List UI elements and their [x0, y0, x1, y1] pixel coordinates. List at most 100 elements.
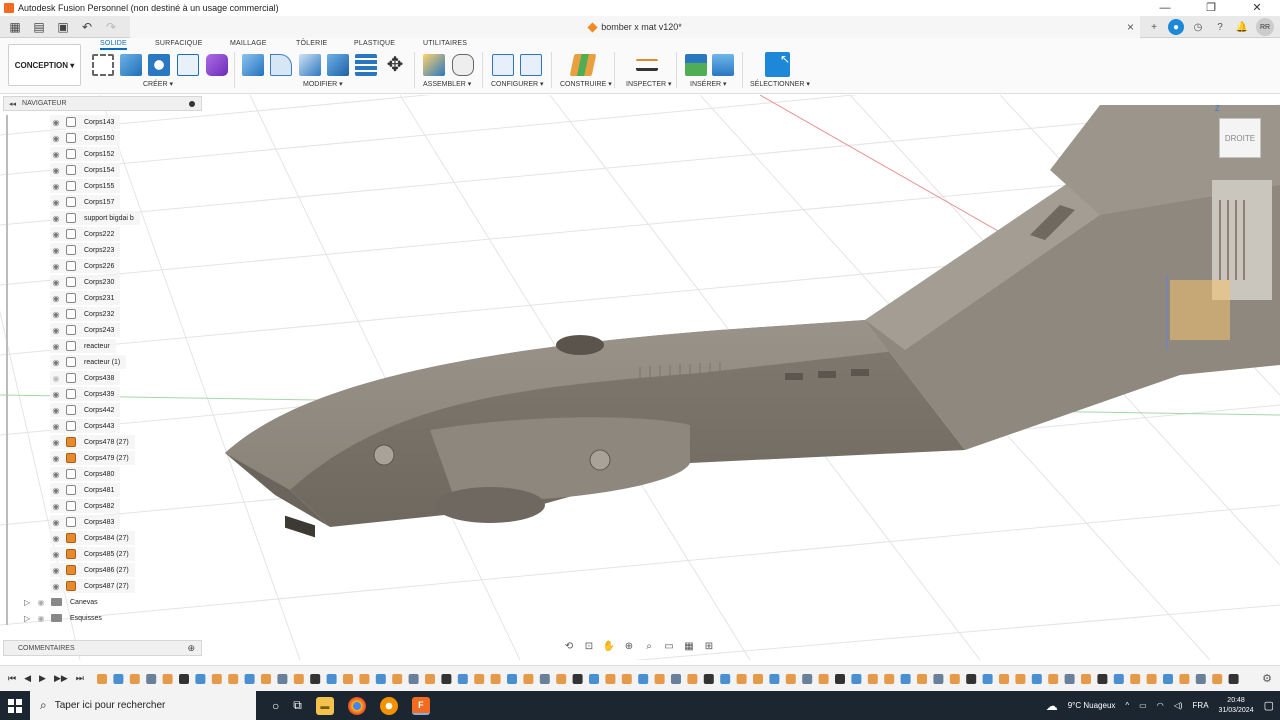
extrude-icon[interactable]: [120, 54, 142, 76]
timeline-feature-icon[interactable]: [1212, 674, 1223, 684]
timeline-feature-icon[interactable]: [129, 674, 140, 684]
timeline-feature-icon[interactable]: [162, 674, 173, 684]
insert-image-icon[interactable]: [712, 54, 734, 76]
timeline-feature-icon[interactable]: [425, 674, 435, 684]
timeline-feature-icon[interactable]: [818, 674, 829, 684]
navigator-body-row[interactable]: ◉ reacteur: [50, 339, 116, 353]
dome-turret[interactable]: [556, 335, 604, 355]
hole-icon[interactable]: [148, 54, 170, 76]
orbit-icon[interactable]: ⟲: [560, 641, 578, 655]
timeline-feature-icon[interactable]: [277, 674, 288, 684]
step-forward-icon[interactable]: ▶▶: [54, 673, 68, 684]
navigator-body-row[interactable]: ◉ Corps154: [50, 163, 121, 177]
step-back-icon[interactable]: ◀: [24, 673, 31, 684]
maximize-button[interactable]: ❐: [1188, 0, 1234, 16]
inspect-menu[interactable]: INSPECTER ▾: [626, 80, 672, 88]
tray-chevron-icon[interactable]: ^: [1125, 701, 1129, 710]
task-view-icon[interactable]: ⧉: [293, 698, 302, 713]
save-icon[interactable]: ▣: [56, 20, 70, 34]
navigator-body-row[interactable]: ◉ Corps481: [50, 483, 121, 497]
insert-menu[interactable]: INSÉRER ▾: [690, 80, 727, 88]
close-window-button[interactable]: ✕: [1234, 0, 1280, 16]
timeline-feature-icon[interactable]: [392, 674, 403, 684]
help-icon[interactable]: ?: [1212, 19, 1228, 35]
navigator-body-row[interactable]: ◉ Corps484 (27): [50, 531, 135, 545]
timeline-settings-icon[interactable]: ⚙: [1262, 672, 1272, 685]
navigator-body-row[interactable]: ◉ Corps478 (27): [50, 435, 135, 449]
timeline-feature-icon[interactable]: [589, 674, 599, 684]
insert-derive-icon[interactable]: [685, 54, 707, 76]
timeline-feature-icon[interactable]: [1113, 674, 1124, 684]
document-tab[interactable]: bomber x mat v120* ×: [130, 16, 1140, 38]
display-settings-icon[interactable]: ▭: [660, 641, 678, 655]
navigator-body-row[interactable]: ◉ Corps479 (27): [50, 451, 135, 465]
timeline-feature-icon[interactable]: [179, 674, 189, 684]
timeline-feature-icon[interactable]: [687, 674, 698, 684]
timeline-feature-icon[interactable]: [802, 674, 813, 684]
timeline-feature-icon[interactable]: [146, 674, 157, 684]
timeline-feature-icon[interactable]: [293, 674, 304, 684]
modify-menu[interactable]: MODIFIER ▾: [303, 80, 343, 88]
tab-solide[interactable]: SOLIDE: [100, 40, 127, 50]
timeline-feature-icon[interactable]: [1097, 674, 1108, 684]
timeline-feature-icon[interactable]: [261, 674, 271, 684]
visibility-eye-icon[interactable]: ◉: [50, 134, 62, 143]
timeline-feature-icon[interactable]: [113, 674, 124, 684]
navigator-body-row[interactable]: ◉ Corps230: [50, 275, 121, 289]
expand-arrow-icon[interactable]: ▷: [24, 598, 34, 607]
timeline-feature-icon[interactable]: [671, 674, 681, 684]
navigator-body-row[interactable]: ◉ Corps222: [50, 227, 121, 241]
visibility-eye-icon[interactable]: ◉: [50, 374, 62, 383]
windows-start-icon[interactable]: [0, 691, 30, 720]
timeline-feature-icon[interactable]: [375, 674, 386, 684]
visibility-eye-icon[interactable]: ◉: [50, 294, 62, 303]
clock[interactable]: 20:48 31/03/2024: [1219, 696, 1254, 716]
timeline-feature-icon[interactable]: [490, 674, 501, 684]
navigator-body-row[interactable]: ◉ Corps231: [50, 291, 121, 305]
navigator-body-row[interactable]: ◉ Corps143: [50, 115, 121, 129]
volume-icon[interactable]: ◁): [1174, 701, 1183, 710]
collapse-icon[interactable]: ◂◂: [9, 100, 16, 108]
timeline-feature-icon[interactable]: [556, 674, 567, 684]
minimize-button[interactable]: —: [1142, 0, 1188, 16]
navigator-scrollbar[interactable]: [6, 115, 8, 625]
navigator-body-row[interactable]: ◉ Corps155: [50, 179, 121, 193]
grid-menu-icon[interactable]: ▦: [8, 20, 22, 34]
navigator-options-icon[interactable]: [189, 100, 195, 107]
visibility-eye-icon[interactable]: ◉: [50, 406, 62, 415]
comments-panel[interactable]: COMMENTAIRES ⊕: [3, 640, 202, 656]
navigator-body-row[interactable]: ◉ Corps480: [50, 467, 121, 481]
select-cursor-icon[interactable]: ↖: [765, 52, 790, 77]
navigator-body-row[interactable]: ◉ Corps223: [50, 243, 121, 257]
taskbar-search[interactable]: ⌕ Taper ici pour rechercher: [30, 691, 256, 720]
visibility-eye-icon[interactable]: ◉: [50, 566, 62, 575]
notification-center-icon[interactable]: ▢: [1264, 699, 1274, 712]
timeline-feature-icon[interactable]: [408, 674, 419, 684]
file-menu-icon[interactable]: ▤: [32, 20, 46, 34]
visibility-eye-icon[interactable]: ◉: [50, 150, 62, 159]
navigator-body-row[interactable]: ◉ Corps226: [50, 259, 121, 273]
job-status-icon[interactable]: ◷: [1190, 19, 1206, 35]
tab-utilitaires[interactable]: UTILITAIRES: [423, 40, 467, 47]
navigator-body-row[interactable]: ◉ Corps150: [50, 131, 121, 145]
wifi-icon[interactable]: ◠: [1157, 701, 1164, 710]
navigator-folder-row[interactable]: ▷ ◉ Esquisses: [24, 611, 102, 625]
visibility-eye-icon[interactable]: ◉: [50, 486, 62, 495]
navigator-folder-row[interactable]: ▷ ◉ Canevas: [24, 595, 98, 609]
visibility-eye-icon[interactable]: ◉: [50, 262, 62, 271]
configure-menu[interactable]: CONFIGURER ▾: [491, 80, 544, 88]
timeline-feature-icon[interactable]: [1163, 674, 1173, 684]
view-cube-face[interactable]: DROITE: [1225, 134, 1255, 143]
visibility-eye-icon[interactable]: ◉: [50, 326, 62, 335]
tab-tolerie[interactable]: TÔLERIE: [296, 40, 327, 47]
move-icon[interactable]: ✥: [384, 54, 406, 76]
timeline-feature-icon[interactable]: [621, 674, 632, 684]
visibility-eye-icon[interactable]: ◉: [50, 582, 62, 591]
visibility-eye-icon[interactable]: ◉: [50, 534, 62, 543]
timeline-feature-icon[interactable]: [523, 674, 534, 684]
timeline-feature-icon[interactable]: [1228, 674, 1239, 684]
timeline-feature-icon[interactable]: [884, 674, 895, 684]
shell-icon[interactable]: [327, 54, 349, 76]
pattern-icon[interactable]: [177, 54, 199, 76]
navigator-body-row[interactable]: ◉ Corps442: [50, 403, 121, 417]
